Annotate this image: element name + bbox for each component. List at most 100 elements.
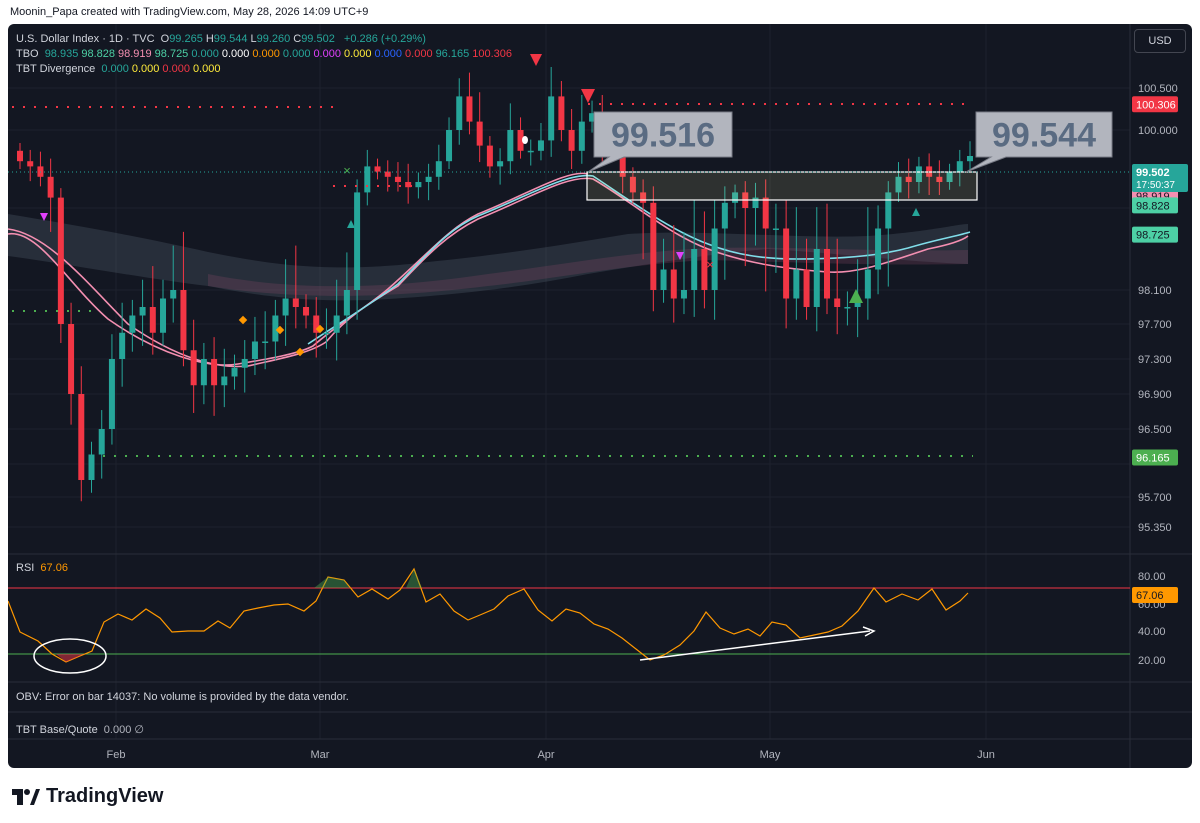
candle-body bbox=[323, 332, 330, 335]
brand-name: TradingView bbox=[46, 785, 164, 807]
price-axis-label: 95.350 bbox=[1138, 522, 1172, 534]
candle-body bbox=[27, 161, 34, 167]
candle-body bbox=[374, 166, 381, 172]
candle-body bbox=[507, 130, 514, 162]
candle-body bbox=[98, 429, 105, 455]
symbol-name: U.S. Dollar Index · 1D · TVC bbox=[16, 33, 155, 45]
candle-body bbox=[384, 171, 391, 177]
rsi-axis-label: 80.00 bbox=[1138, 571, 1166, 583]
tbt-base-label: TBT Base/Quote bbox=[16, 724, 98, 736]
candle-body bbox=[303, 307, 310, 316]
divergence-value-1: 0.000 bbox=[131, 63, 160, 75]
rsi-axis-label: 40.00 bbox=[1138, 626, 1166, 638]
candle-body bbox=[568, 130, 575, 151]
price-tag-label: 98.828 bbox=[1136, 200, 1170, 212]
candle-body bbox=[834, 298, 841, 307]
candle-body bbox=[670, 269, 677, 299]
price-tag-label: 100.306 bbox=[1136, 99, 1176, 111]
candle-body bbox=[241, 359, 248, 368]
diamond-marker bbox=[238, 315, 248, 325]
tbo-value-8: 0.000 bbox=[313, 48, 341, 60]
candle-body bbox=[262, 341, 269, 343]
tbo-value-6: 0.000 bbox=[252, 48, 280, 60]
divergence-legend[interactable]: TBT Divergence 0.000 0.000 0.000 0.000 bbox=[16, 63, 226, 75]
cross-marker: × bbox=[343, 163, 351, 178]
chart-frame: 99.51699.544××100.500100.00098.50098.100… bbox=[8, 24, 1192, 768]
candle-body bbox=[415, 182, 422, 188]
candle-body bbox=[139, 307, 146, 316]
candle-body bbox=[160, 298, 167, 333]
candle-body bbox=[793, 269, 800, 299]
candle-body bbox=[721, 202, 728, 229]
time-axis-label: Jun bbox=[977, 749, 995, 761]
candle-body bbox=[772, 228, 779, 230]
tradingview-logo[interactable]: TradingView bbox=[12, 785, 163, 808]
rsi-label: RSI bbox=[16, 562, 35, 574]
rsi-legend[interactable]: RSI 67.06 bbox=[16, 562, 71, 574]
buy-signal-marker bbox=[912, 208, 920, 216]
candle-body bbox=[486, 145, 493, 167]
candle-body bbox=[282, 298, 289, 316]
candle-body bbox=[527, 150, 534, 153]
tbo-value-13: 100.306 bbox=[472, 48, 512, 60]
candle-body bbox=[967, 156, 973, 162]
candle-body bbox=[200, 359, 207, 386]
currency-button[interactable]: USD bbox=[1134, 29, 1186, 53]
current-price-countdown: 17:50:37 bbox=[1136, 180, 1175, 191]
callout-99544-text: 99.544 bbox=[992, 117, 1096, 155]
callout-99516-text: 99.516 bbox=[611, 117, 715, 155]
candle-body bbox=[680, 290, 687, 299]
candle-body bbox=[231, 367, 238, 377]
ohlc-key-2: L bbox=[250, 33, 257, 45]
candle-body bbox=[435, 161, 442, 177]
candle-body bbox=[691, 249, 698, 290]
candle-body bbox=[844, 307, 851, 309]
tbo-value-2: 98.919 bbox=[118, 48, 152, 60]
tbo-legend[interactable]: TBO 98.935 98.828 98.919 98.725 0.000 0.000 0.… bbox=[16, 48, 518, 60]
candle-body bbox=[170, 290, 177, 299]
candle-body bbox=[864, 269, 871, 299]
rsi-value: 67.06 bbox=[40, 562, 68, 574]
candle-body bbox=[119, 332, 126, 359]
price-change: +0.286 (+0.29%) bbox=[343, 33, 426, 45]
cross-marker: × bbox=[706, 257, 714, 272]
candle-body bbox=[650, 202, 657, 290]
ohlc-key-0: O bbox=[160, 33, 170, 45]
candle-body bbox=[456, 96, 463, 130]
candle-body bbox=[762, 197, 769, 229]
tbo-values: 98.935 98.828 98.919 98.725 0.000 0.000 0.000 0… bbox=[45, 48, 515, 60]
candle-body bbox=[956, 161, 963, 172]
rsi-line bbox=[8, 567, 969, 663]
candle-body bbox=[476, 121, 483, 146]
rsi-tag-label: 67.06 bbox=[1136, 590, 1164, 602]
candle-body bbox=[548, 96, 555, 141]
candle-body bbox=[108, 359, 115, 429]
tbt-base-legend[interactable]: TBT Base/Quote 0.000 ∅ bbox=[16, 723, 147, 736]
tbo-value-0: 98.935 bbox=[44, 48, 79, 60]
chart-canvas[interactable]: 99.51699.544××100.500100.00098.50098.100… bbox=[8, 24, 1192, 768]
tradingview-logo-icon bbox=[12, 788, 40, 805]
current-price-value: 99.502 bbox=[1136, 167, 1170, 179]
ohlc-value-1: 99.544 bbox=[213, 33, 248, 45]
price-tag-label: 98.725 bbox=[1136, 230, 1170, 242]
candle-body bbox=[813, 249, 820, 307]
price-axis-label: 95.700 bbox=[1138, 492, 1172, 504]
time-axis-label: Mar bbox=[311, 749, 330, 761]
candle-body bbox=[333, 315, 340, 333]
tbo-value-7: 0.000 bbox=[282, 48, 311, 60]
candle-body bbox=[394, 176, 401, 182]
ohlc-value-3: 99.502 bbox=[301, 33, 335, 45]
candle-body bbox=[47, 176, 54, 198]
candle-body bbox=[129, 315, 136, 333]
candle-body bbox=[221, 376, 228, 386]
candle-body bbox=[149, 307, 156, 333]
candle-body bbox=[190, 350, 197, 386]
obv-error-message: OBV: Error on bar 14037: No volume is pr… bbox=[16, 691, 349, 703]
candle-body bbox=[251, 341, 258, 359]
rsi-overbought-fill bbox=[314, 577, 350, 588]
candle-body bbox=[354, 192, 361, 290]
ohlc-values: O99.265 H99.544 L99.260 C99.502 bbox=[161, 33, 338, 45]
symbol-legend[interactable]: U.S. Dollar Index · 1D · TVC O99.265 H99.… bbox=[16, 33, 429, 45]
candle-body bbox=[292, 298, 299, 307]
candle-body bbox=[875, 228, 882, 270]
